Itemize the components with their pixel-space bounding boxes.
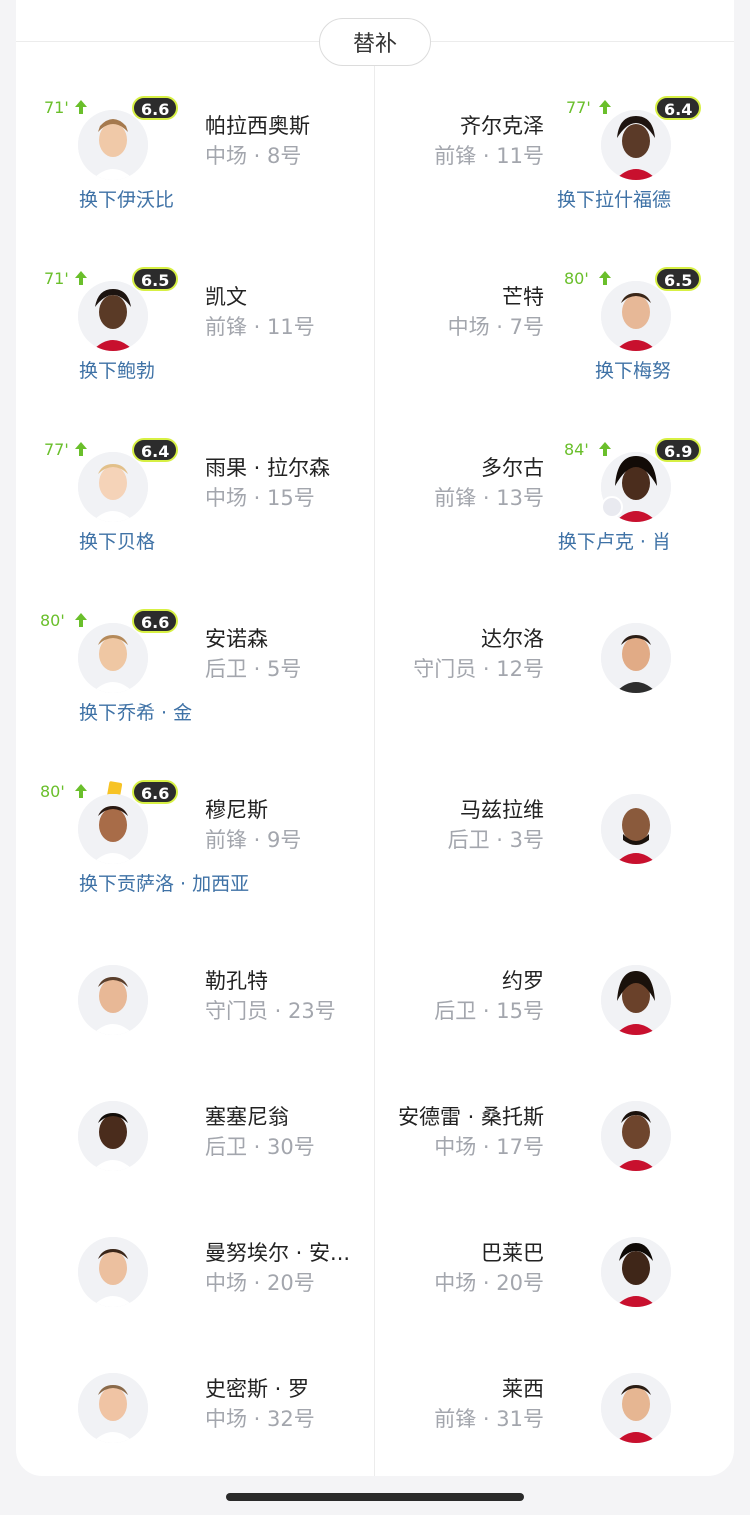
- player-position: 中场 · 32号: [205, 1407, 315, 1431]
- replaced-player[interactable]: 换下卢克 · 肖: [558, 530, 671, 554]
- sub-minute: 77': [566, 98, 591, 117]
- player-name: 雨果 · 拉尔森: [205, 456, 331, 480]
- player-rating: 6.6: [132, 780, 179, 804]
- sub-in-arrow-icon: [599, 100, 611, 114]
- sub-in-arrow-icon: [75, 442, 87, 456]
- player-avatar: [601, 965, 671, 1035]
- player-name: 曼努埃尔 · 安...: [205, 1241, 351, 1265]
- player-name: 史密斯 · 罗: [205, 1377, 310, 1401]
- player-position: 前锋 · 11号: [205, 315, 315, 339]
- player-position: 后卫 · 3号: [447, 828, 544, 852]
- player-rating: 6.4: [132, 438, 179, 462]
- player-name: 马兹拉维: [460, 798, 544, 822]
- player-position: 前锋 · 31号: [434, 1407, 544, 1431]
- player-avatar: [78, 110, 148, 180]
- player-position: 前锋 · 13号: [434, 486, 544, 510]
- sub-in-arrow-icon: [75, 100, 87, 114]
- player-avatar: [601, 110, 671, 180]
- player-name: 凯文: [205, 285, 247, 309]
- sub-in-arrow-icon: [599, 442, 611, 456]
- player-position: 中场 · 7号: [447, 315, 544, 339]
- player-position: 后卫 · 5号: [205, 657, 302, 681]
- player-position: 中场 · 17号: [434, 1135, 544, 1159]
- player-rating: 6.6: [132, 96, 179, 120]
- player-position: 中场 · 20号: [205, 1271, 315, 1295]
- player-name: 芒特: [502, 285, 544, 309]
- player-name: 多尔古: [481, 456, 544, 480]
- sub-minute: 80': [40, 782, 65, 801]
- player-rating: 6.6: [132, 609, 179, 633]
- sub-in-arrow-icon: [599, 271, 611, 285]
- player-position: 后卫 · 15号: [434, 999, 544, 1023]
- player-avatar: [78, 1237, 148, 1307]
- player-name: 勒孔特: [205, 969, 268, 993]
- player-avatar: [601, 623, 671, 693]
- player-position: 后卫 · 30号: [205, 1135, 315, 1159]
- section-title-substitutes: 替补: [319, 18, 431, 66]
- player-avatar: [78, 623, 148, 693]
- player-name: 安德雷 · 桑托斯: [397, 1105, 544, 1129]
- player-name: 齐尔克泽: [460, 114, 544, 138]
- sub-in-arrow-icon: [75, 613, 87, 627]
- player-name: 莱西: [502, 1377, 544, 1401]
- player-name: 帕拉西奥斯: [205, 114, 310, 138]
- player-rating: 6.9: [655, 438, 702, 462]
- home-indicator[interactable]: [226, 1493, 524, 1501]
- player-avatar: [78, 1373, 148, 1443]
- player-avatar: [78, 794, 148, 864]
- player-avatar: [601, 1237, 671, 1307]
- player-position: 中场 · 15号: [205, 486, 315, 510]
- injury-badge-icon: [601, 496, 623, 518]
- player-avatar: [601, 794, 671, 864]
- player-avatar: [78, 1101, 148, 1171]
- player-name: 达尔洛: [481, 627, 544, 651]
- player-name: 安诺森: [205, 627, 268, 651]
- sub-in-arrow-icon: [75, 784, 87, 798]
- replaced-player[interactable]: 换下乔希 · 金: [79, 701, 192, 725]
- player-position: 前锋 · 11号: [434, 144, 544, 168]
- sub-minute: 84': [564, 440, 589, 459]
- replaced-player[interactable]: 换下伊沃比: [79, 188, 174, 212]
- replaced-player[interactable]: 换下贝格: [79, 530, 155, 554]
- player-position: 中场 · 8号: [205, 144, 302, 168]
- sub-minute: 77': [44, 440, 69, 459]
- player-avatar: [78, 452, 148, 522]
- player-position: 守门员 · 12号: [413, 657, 544, 681]
- player-avatar: [78, 281, 148, 351]
- sub-minute: 71': [44, 269, 69, 288]
- replaced-player[interactable]: 换下贡萨洛 · 加西亚: [79, 872, 249, 896]
- player-avatar: [78, 965, 148, 1035]
- player-rating: 6.4: [655, 96, 702, 120]
- player-name: 约罗: [502, 969, 544, 993]
- sub-minute: 80': [40, 611, 65, 630]
- player-avatar: [601, 1373, 671, 1443]
- player-name: 穆尼斯: [205, 798, 268, 822]
- replaced-player[interactable]: 换下梅努: [595, 359, 671, 383]
- replaced-player[interactable]: 换下鲍勃: [79, 359, 155, 383]
- replaced-player[interactable]: 换下拉什福德: [557, 188, 671, 212]
- player-position: 守门员 · 23号: [205, 999, 336, 1023]
- player-position: 中场 · 20号: [434, 1271, 544, 1295]
- player-avatar: [601, 1101, 671, 1171]
- player-position: 前锋 · 9号: [205, 828, 302, 852]
- player-avatar: [601, 281, 671, 351]
- player-rating: 6.5: [132, 267, 179, 291]
- center-divider: [374, 66, 375, 1476]
- sub-minute: 80': [564, 269, 589, 288]
- player-rating: 6.5: [655, 267, 702, 291]
- player-name: 塞塞尼翁: [205, 1105, 289, 1129]
- player-name: 巴莱巴: [481, 1241, 544, 1265]
- sub-in-arrow-icon: [75, 271, 87, 285]
- sub-minute: 71': [44, 98, 69, 117]
